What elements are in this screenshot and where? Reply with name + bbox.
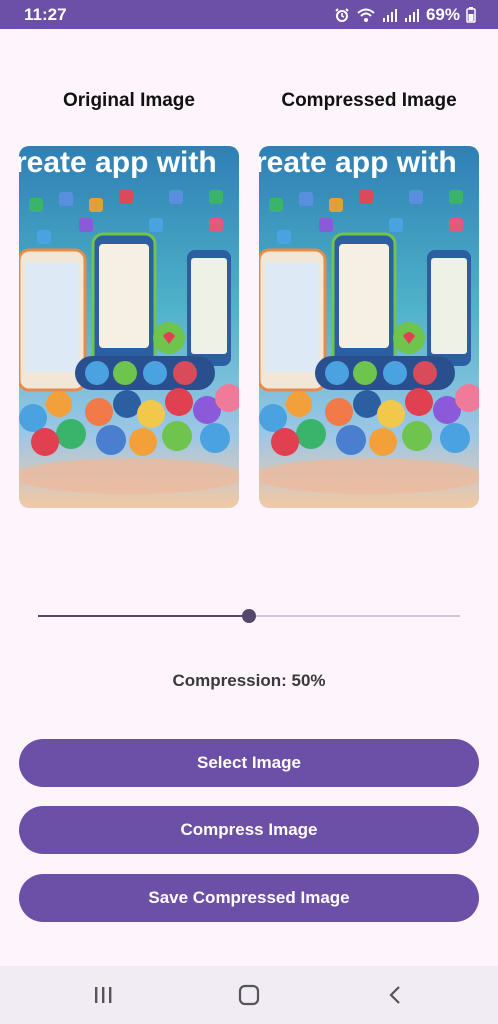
home-button[interactable] <box>219 975 279 1015</box>
save-compressed-image-button[interactable]: Save Compressed Image <box>19 874 479 922</box>
compression-slider[interactable] <box>38 606 460 626</box>
recents-button[interactable] <box>73 975 133 1015</box>
compressed-image-preview: reate app with <box>259 146 479 508</box>
slider-track-active <box>38 615 249 617</box>
recents-icon <box>95 987 112 1003</box>
status-time: 11:27 <box>24 4 67 24</box>
compress-image-button[interactable]: Compress Image <box>19 806 479 854</box>
compression-label: Compression: 50% <box>172 671 326 690</box>
battery-icon <box>466 6 476 23</box>
navigation-bar <box>0 966 498 1024</box>
status-bar: 11:27 69% <box>0 0 498 29</box>
back-button[interactable] <box>365 975 425 1015</box>
slider-thumb[interactable] <box>242 609 256 623</box>
status-icons: 69% <box>334 5 476 25</box>
slider-track-inactive <box>249 615 460 617</box>
select-image-button[interactable]: Select Image <box>19 739 479 787</box>
back-icon <box>389 986 400 1004</box>
alarm-icon <box>335 7 349 22</box>
original-image-label: Original Image <box>63 90 195 111</box>
banner-text: reate app with <box>19 146 217 179</box>
home-icon <box>238 984 260 1006</box>
signal-icon <box>404 8 419 22</box>
battery-percent: 69% <box>425 4 460 24</box>
wifi-icon <box>357 8 375 22</box>
original-image-preview: reate app with <box>19 146 239 508</box>
signal-icon <box>382 8 397 22</box>
banner-text: reate app with <box>259 146 457 179</box>
compressed-image-label: Compressed Image <box>281 90 457 111</box>
